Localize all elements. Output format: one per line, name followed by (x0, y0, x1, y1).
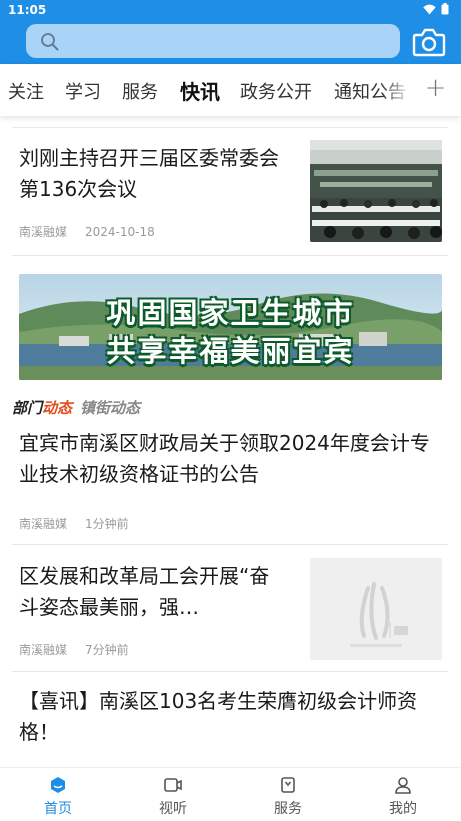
nav-profile[interactable]: 我的 (363, 774, 443, 818)
placeholder-logo-thumbnail (310, 558, 442, 660)
news-meta: 南溪融媒 2024-10-18 (19, 223, 155, 240)
divider (12, 671, 448, 672)
nav-label: 视听 (159, 801, 187, 817)
nav-service[interactable]: 服务 (248, 774, 328, 818)
category-secondary[interactable]: 镇街动态 (80, 399, 140, 417)
service-icon (281, 777, 295, 793)
news-title: 宜宾市南溪区财政局关于领取2024年度会计专业技术初级资格证书的公告 (19, 431, 430, 486)
nav-video[interactable]: 视听 (133, 774, 213, 818)
news-title: 【喜讯】南溪区103名考生荣膺初级会计师资格！ (19, 689, 418, 744)
news-title: 刘刚主持召开三届区委常委会第136次会议 (19, 146, 279, 201)
meeting-thumbnail (310, 140, 442, 242)
nav-label: 服务 (274, 801, 302, 817)
news-source: 南溪融媒 (19, 517, 68, 531)
video-icon (164, 778, 182, 792)
divider (12, 544, 448, 545)
news-meta: 南溪融媒 7分钟前 (19, 641, 129, 658)
tab-guanzhu[interactable]: 关注 (8, 78, 44, 104)
tab-zhengwu-gongkai[interactable]: 政务公开 (240, 78, 312, 104)
divider (12, 127, 448, 128)
category-tags: 部门动态 镇街动态 (12, 397, 140, 418)
news-time: 2024-10-18 (85, 225, 155, 239)
search-icon (41, 33, 59, 51)
wifi-icon (423, 4, 436, 14)
banner-line-1: 巩固国家卫生城市 (106, 296, 355, 330)
channel-tabs: 关注 学习 服务 快讯 政务公开 通知公告 + (0, 64, 461, 116)
camera-icon[interactable] (412, 27, 446, 57)
app-header: 11:05 (0, 0, 461, 64)
news-meta: 南溪融媒 1分钟前 (19, 515, 129, 532)
tab-xuexi[interactable]: 学习 (65, 78, 101, 104)
search-bar[interactable] (26, 24, 400, 58)
nav-label: 我的 (389, 801, 417, 817)
add-channel-button[interactable]: + (410, 64, 461, 116)
news-time: 7分钟前 (85, 643, 129, 657)
home-icon (51, 777, 65, 793)
news-title: 区发展和改革局工会开展“奋斗姿态最美丽，强… (19, 564, 270, 619)
tab-kuaixun[interactable]: 快讯 (180, 76, 220, 105)
category-highlight[interactable]: 动态 (42, 399, 72, 417)
news-source: 南溪融媒 (19, 225, 68, 239)
promo-banner[interactable]: 巩固国家卫生城市 共享幸福美丽宜宾 (19, 274, 442, 380)
search-input[interactable] (66, 30, 386, 52)
profile-icon (395, 777, 411, 794)
nav-home[interactable]: 首页 (18, 774, 98, 818)
nav-label: 首页 (44, 801, 72, 817)
news-source: 南溪融媒 (19, 643, 68, 657)
bottom-navigation: 首页 视听 服务 我的 (0, 767, 461, 821)
battery-icon (441, 3, 449, 15)
tab-fade (382, 64, 412, 116)
news-time: 1分钟前 (85, 517, 129, 531)
category-prefix[interactable]: 部门 (12, 399, 42, 417)
status-bar: 11:05 (0, 0, 461, 20)
status-icons (423, 3, 449, 15)
divider (12, 255, 448, 256)
banner-line-2: 共享幸福美丽宜宾 (106, 334, 355, 368)
tab-fuwu[interactable]: 服务 (122, 78, 158, 104)
status-time: 11:05 (8, 3, 47, 17)
